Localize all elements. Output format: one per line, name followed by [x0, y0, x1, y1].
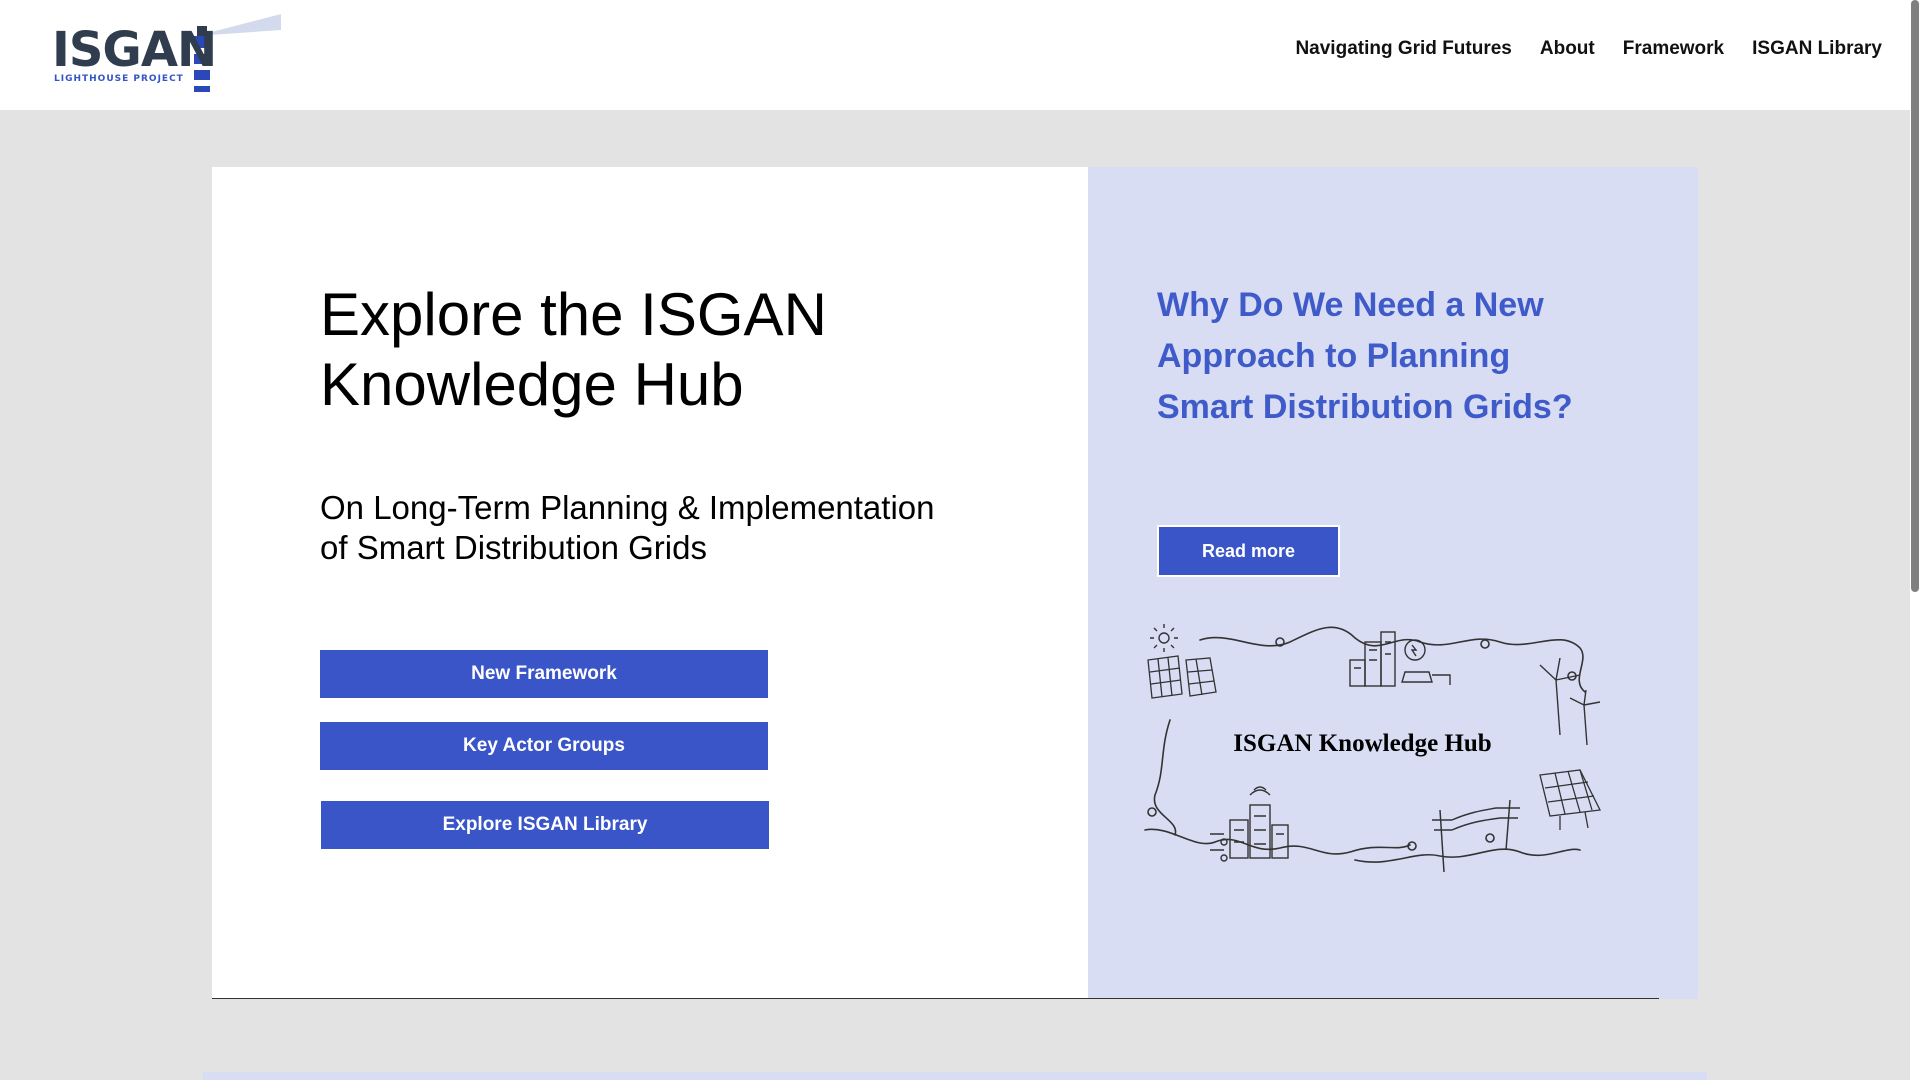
next-section-edge — [203, 1072, 1707, 1080]
nav-about[interactable]: About — [1540, 38, 1595, 60]
solar-panel-icon — [1147, 655, 1217, 699]
city-block-icon — [1210, 786, 1289, 862]
hero-subtitle: On Long-Term Planning & Implementation o… — [320, 489, 935, 566]
illustration-label: ISGAN Knowledge Hub — [1233, 730, 1492, 757]
site-header: ISGAN LIGHTHOUSE PROJECT Navigating Grid… — [0, 0, 1910, 110]
read-more-button[interactable]: Read more — [1157, 525, 1340, 577]
key-actor-groups-button[interactable]: Key Actor Groups — [320, 722, 768, 770]
sun-icon — [1150, 624, 1178, 652]
nav-framework[interactable]: Framework — [1623, 38, 1724, 60]
aside-title: Why Do We Need a New Approach to Plannin… — [1157, 286, 1573, 426]
main-nav: Navigating Grid Futures About Framework … — [1295, 38, 1882, 60]
page-scrollbar[interactable] — [1910, 0, 1920, 1080]
power-line-icon — [1432, 799, 1520, 873]
logo-subtitle: LIGHTHOUSE PROJECT — [54, 74, 184, 84]
isgan-logo[interactable]: ISGAN LIGHTHOUSE PROJECT — [46, 8, 286, 98]
explore-library-button[interactable]: Explore ISGAN Library — [321, 801, 769, 849]
nav-isgan-library[interactable]: ISGAN Library — [1752, 38, 1882, 60]
nav-navigating-grid-futures[interactable]: Navigating Grid Futures — [1295, 38, 1511, 60]
new-framework-button[interactable]: New Framework — [320, 650, 768, 698]
scrollbar-thumb[interactable] — [1911, 0, 1919, 592]
hero-title: Explore the ISGAN Knowledge Hub — [320, 281, 827, 418]
solar-array-icon — [1539, 769, 1601, 830]
section-divider — [212, 998, 1659, 999]
logo-wordmark: ISGAN — [52, 22, 217, 78]
